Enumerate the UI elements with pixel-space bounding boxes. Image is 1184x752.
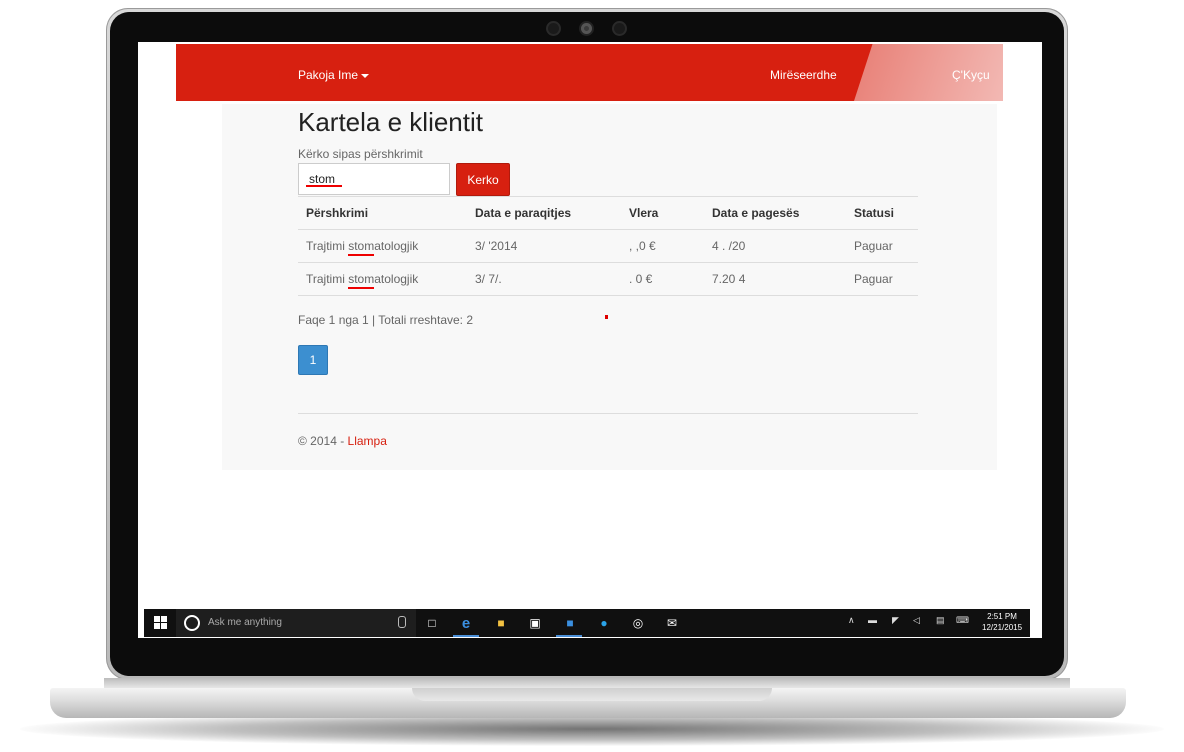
col-header-date-paid[interactable]: Data e pagesës: [704, 196, 846, 230]
keyboard-icon[interactable]: ⌨: [956, 615, 969, 626]
value-cell: . 0 €: [621, 262, 704, 296]
cortana-search-box[interactable]: Ask me anything: [176, 609, 416, 637]
brand-dropdown[interactable]: Pakoja Ime: [298, 68, 370, 82]
col-header-date-submitted[interactable]: Data e paraqitjes: [467, 196, 621, 230]
top-navbar: Pakoja Ime Mirëseerdhe Ç'Kyçu: [176, 44, 1003, 101]
date-submitted-cell: 3/ 7/.: [467, 262, 621, 296]
col-header-value[interactable]: Vlera: [621, 196, 704, 230]
description-cell: Trajtimi stomatologjik: [298, 262, 467, 296]
windows-taskbar: Ask me anything □ e ■ ▣ ■ ● ◎ ✉ ∧ ▬ ◤ ◁ …: [144, 609, 1030, 637]
description-cell: Trajtimi stomatologjik: [298, 229, 467, 263]
search-highlight: stom: [348, 272, 375, 289]
microphone-icon[interactable]: [398, 616, 406, 628]
cursor-mark: [605, 315, 608, 319]
action-center-icon[interactable]: ▤: [936, 615, 945, 626]
table-row[interactable]: Trajtimi stomatologjik 3/ 7/. . 0 € 7.20…: [298, 262, 918, 296]
search-input[interactable]: [298, 163, 450, 195]
laptop-hinge: [104, 678, 1070, 688]
laptop-notch: [412, 688, 772, 701]
taskbar-clock[interactable]: 2:51 PM 12/21/2015: [982, 611, 1022, 633]
page-title: Kartela e klientit: [298, 107, 483, 137]
wifi-icon[interactable]: ◤: [892, 615, 899, 626]
client-table: Përshkrimi Data e paraqitjes Vlera Data …: [298, 196, 918, 296]
active-app-indicator: [556, 635, 582, 637]
col-header-description[interactable]: Përshkrimi: [298, 196, 467, 230]
brand-label: Pakoja Ime: [298, 68, 359, 82]
date-paid-cell: 4 . /20: [704, 229, 846, 263]
clock-date: 12/21/2015: [982, 623, 1023, 632]
file-explorer-icon[interactable]: ■: [493, 615, 509, 631]
logout-link[interactable]: Ç'Kyçu: [952, 68, 990, 82]
caret-down-icon: [361, 73, 370, 78]
volume-icon[interactable]: ◁: [913, 615, 920, 626]
sensor-dot: [614, 23, 625, 34]
date-paid-cell: 7.20 4: [704, 262, 846, 296]
cortana-icon: [184, 615, 200, 631]
date-submitted-cell: 3/ '2014: [467, 229, 621, 263]
search-highlight: stom: [348, 239, 375, 256]
copyright-text: © 2014 -: [298, 434, 348, 448]
laptop-screen: Pakoja Ime Mirëseerdhe Ç'Kyçu Kartela e …: [138, 42, 1042, 638]
outlook-icon[interactable]: ■: [562, 615, 578, 631]
status-cell: Paguar: [846, 229, 918, 263]
task-view-icon[interactable]: □: [424, 615, 440, 631]
skype-icon[interactable]: ●: [596, 615, 612, 631]
media-player-icon[interactable]: ◎: [630, 615, 646, 631]
windows-start-icon[interactable]: [154, 616, 168, 630]
search-label: Kërko sipas përshkrimit: [298, 147, 423, 161]
tray-chevron-icon[interactable]: ∧: [848, 615, 855, 626]
webcam-icon: [581, 23, 592, 34]
mail-icon[interactable]: ✉: [664, 615, 680, 631]
welcome-text: Mirëseerdhe: [770, 68, 837, 82]
col-header-status[interactable]: Statusi: [846, 196, 918, 230]
store-icon[interactable]: ▣: [527, 615, 543, 631]
footer: © 2014 - Llampa: [298, 434, 387, 448]
status-cell: Paguar: [846, 262, 918, 296]
taskbar-search-placeholder: Ask me anything: [208, 617, 282, 628]
page-1-button[interactable]: 1: [298, 345, 328, 375]
value-cell: , ,0 €: [621, 229, 704, 263]
sensor-dot: [548, 23, 559, 34]
active-app-indicator: [453, 635, 479, 637]
clock-time: 2:51 PM: [987, 612, 1017, 621]
footer-divider: [298, 413, 918, 414]
edge-browser-icon[interactable]: e: [458, 615, 474, 632]
search-button[interactable]: Kerko: [456, 163, 510, 196]
table-header-row: Përshkrimi Data e paraqitjes Vlera Data …: [298, 196, 918, 230]
table-row[interactable]: Trajtimi stomatologjik 3/ '2014 , ,0 € 4…: [298, 229, 918, 263]
battery-icon[interactable]: ▬: [868, 615, 877, 625]
spellcheck-underline: [306, 185, 342, 187]
pagination-info: Faqe 1 nga 1 | Totali rreshtave: 2: [298, 313, 474, 327]
footer-link[interactable]: Llampa: [348, 434, 387, 448]
